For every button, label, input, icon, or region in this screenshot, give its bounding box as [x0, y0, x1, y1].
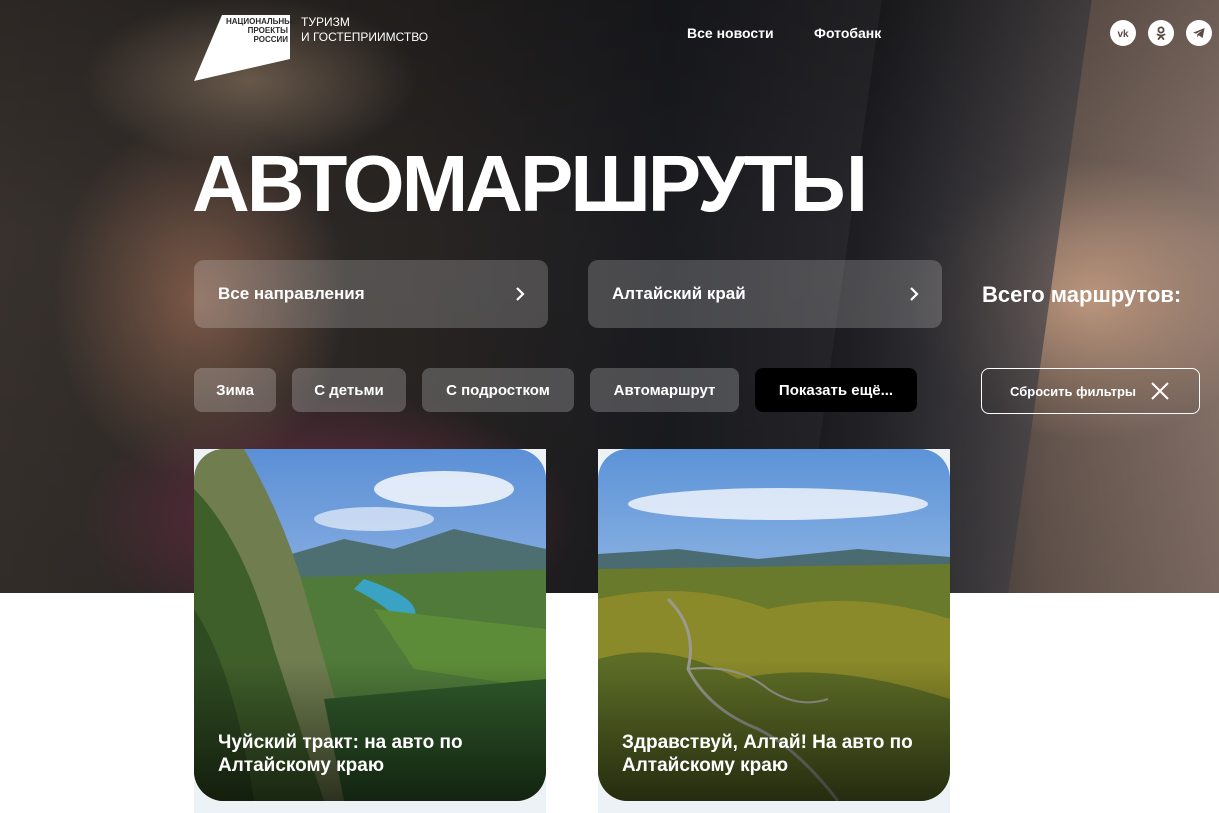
chip-winter[interactable]: Зима [194, 368, 276, 412]
chip-autoroute[interactable]: Автомаршрут [590, 368, 739, 412]
brand-line-1: ТУРИЗМ [301, 15, 350, 29]
region-select[interactable]: Алтайский край [588, 260, 942, 328]
reset-filters-button[interactable]: Сбросить фильтры [981, 368, 1200, 414]
chevron-right-icon [910, 287, 919, 301]
show-more-button[interactable]: Показать ещё... [755, 368, 917, 412]
telegram-icon[interactable] [1186, 20, 1212, 46]
odnoklassniki-icon[interactable] [1148, 20, 1174, 46]
vk-icon[interactable]: vk [1110, 20, 1136, 46]
route-card[interactable]: Здравствуй, Алтай! На авто по Алтайскому… [598, 449, 950, 801]
region-select-value: Алтайский край [612, 284, 746, 303]
total-routes-label: Всего маршрутов: [982, 282, 1182, 307]
svg-text:vk: vk [1117, 29, 1129, 40]
nav-photobank[interactable]: Фотобанк [814, 25, 881, 41]
logo-text: НАЦИОНАЛЬНЫЕ ПРОЕКТЫ РОССИИ [226, 17, 298, 44]
brand-line-2: И ГОСТЕПРИИМСТВО [301, 30, 429, 44]
route-card-title: Чуйский тракт: на авто по Алтайскому кра… [218, 732, 463, 776]
direction-select-value: Все направления [218, 284, 365, 303]
chip-with-teen[interactable]: С подростком [422, 368, 574, 412]
direction-select[interactable]: Все направления [194, 260, 548, 328]
brand-name: ТУРИЗМ И ГОСТЕПРИИМСТВО [301, 15, 428, 45]
logo-text-line: РОССИИ [253, 35, 288, 44]
route-card-title: Здравствуй, Алтай! На авто по Алтайскому… [622, 732, 913, 776]
page-title: АВТОМАРШРУТЫ [192, 139, 868, 228]
close-icon [1151, 382, 1169, 400]
route-card[interactable]: Чуйский тракт: на авто по Алтайскому кра… [194, 449, 546, 801]
nav-all-news[interactable]: Все новости [687, 25, 774, 41]
chevron-right-icon [516, 287, 525, 301]
reset-filters-label: Сбросить фильтры [1010, 383, 1137, 399]
chip-with-kids[interactable]: С детьми [292, 368, 406, 412]
logo-text-line: ПРОЕКТЫ [247, 26, 288, 35]
logo-text-line: НАЦИОНАЛЬНЫЕ [226, 17, 298, 26]
